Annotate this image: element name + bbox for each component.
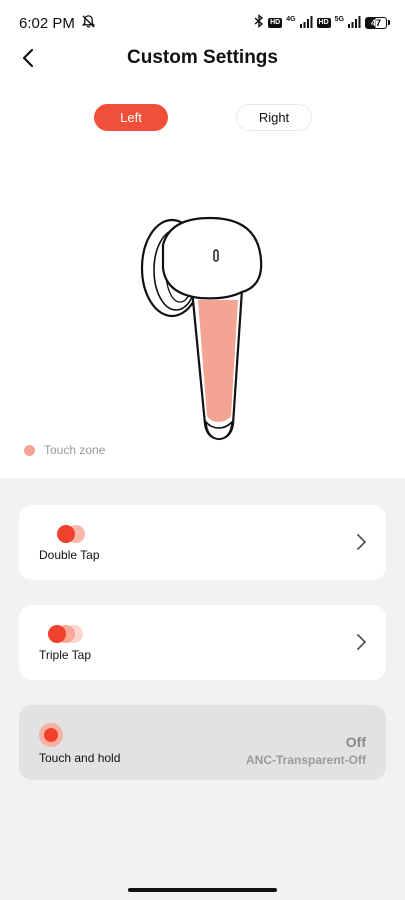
touch-and-hold-card[interactable]: Touch and hold Off ANC-Transparent-Off xyxy=(19,705,386,780)
touch-zone-legend: Touch zone xyxy=(24,443,105,457)
chevron-right-icon xyxy=(357,534,366,550)
home-indicator[interactable] xyxy=(128,888,277,892)
status-left: 6:02 PM xyxy=(19,14,96,33)
triple-tap-card[interactable]: Triple Tap xyxy=(19,605,386,680)
network-label-2: 5G xyxy=(334,16,344,23)
hd-badge-2: HD xyxy=(316,18,331,28)
status-time: 6:02 PM xyxy=(19,14,75,32)
gestures-panel: Double Tap Triple Tap Touch and hold Off… xyxy=(0,478,405,900)
battery-level: 47 xyxy=(370,18,381,28)
triple-tap-label: Triple Tap xyxy=(39,648,92,662)
earbud-illustration xyxy=(140,216,263,441)
touch-zone-dot xyxy=(24,444,35,456)
header: Custom Settings xyxy=(0,40,405,76)
double-tap-label: Double Tap xyxy=(39,548,100,562)
touch-and-hold-label: Touch and hold xyxy=(39,751,121,765)
chevron-left-icon xyxy=(22,48,34,68)
chevron-right-icon xyxy=(357,634,366,650)
battery-icon: 47 xyxy=(365,17,390,29)
bluetooth-icon xyxy=(254,14,264,32)
left-earbud-tab[interactable]: Left xyxy=(94,104,168,131)
touch-zone-label: Touch zone xyxy=(44,443,106,457)
status-right: HD 4G HD 5G 47 xyxy=(254,14,390,32)
hold-dot xyxy=(44,728,58,742)
bell-off-icon xyxy=(81,14,96,33)
touch-and-hold-value: Off xyxy=(345,734,366,750)
double-tap-card[interactable]: Double Tap xyxy=(19,505,386,580)
side-toggle: Left Right xyxy=(0,104,405,132)
tap-dot xyxy=(48,625,66,643)
back-button[interactable] xyxy=(14,44,42,72)
tap-dot xyxy=(57,525,75,543)
network-label-1: 4G xyxy=(286,16,296,23)
signal-icon-2 xyxy=(348,15,361,32)
right-earbud-tab[interactable]: Right xyxy=(236,104,312,131)
signal-icon xyxy=(299,15,313,32)
page-title: Custom Settings xyxy=(127,47,278,68)
touch-and-hold-subvalue: ANC-Transparent-Off xyxy=(245,753,366,767)
hd-badge: HD xyxy=(268,18,283,28)
